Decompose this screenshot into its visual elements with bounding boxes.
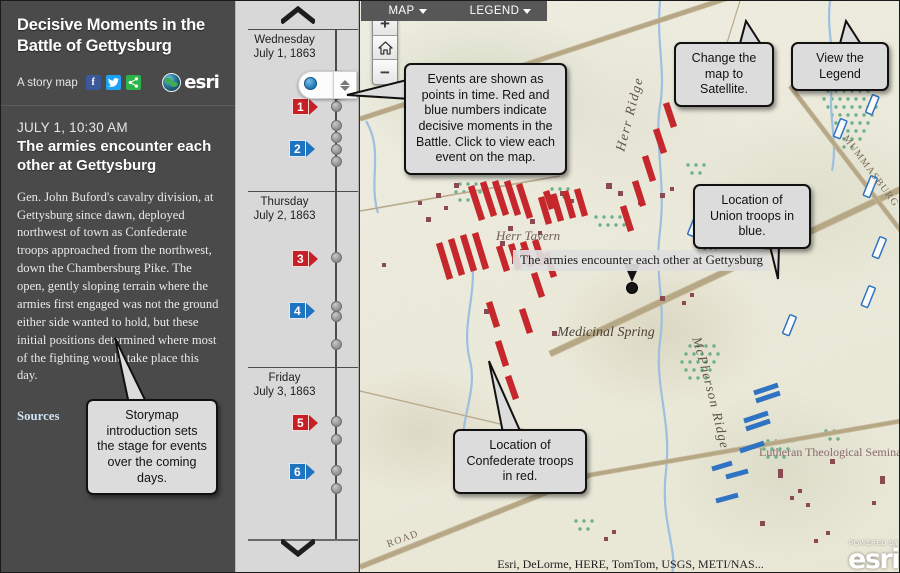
story-subbar: A story map f esri bbox=[17, 72, 220, 95]
esri-wordmark-map: esri bbox=[848, 543, 899, 573]
timeline-day-3-date: July 3, 1863 bbox=[253, 386, 316, 399]
timeline-node[interactable] bbox=[331, 483, 342, 494]
storymap-label: A story map bbox=[17, 76, 78, 89]
callout-confederate-troops: Location of Confederate troops in red. bbox=[453, 429, 587, 494]
map-label-herr-ridge: Herr Ridge bbox=[612, 75, 644, 153]
timeline-node[interactable] bbox=[331, 156, 342, 167]
timeline-marker-6-label: 6 bbox=[289, 463, 306, 480]
timeline-marker-1-label: 1 bbox=[292, 98, 309, 115]
home-button[interactable] bbox=[373, 36, 397, 60]
callout-storymap-intro: Storymap introduction sets the stage for… bbox=[86, 399, 218, 496]
callout-change-basemap: Change the map to Satellite. bbox=[674, 42, 774, 107]
timeline-divider bbox=[248, 367, 358, 368]
share-icon[interactable] bbox=[125, 75, 141, 91]
storymap-application: Decisive Moments in the Battle of Gettys… bbox=[0, 0, 900, 573]
chevron-down-icon bbox=[523, 8, 532, 14]
svg-text:Herr Ridge: Herr Ridge bbox=[612, 75, 646, 153]
svg-text:McPherson Ridge: McPherson Ridge bbox=[689, 334, 733, 450]
facebook-share-icon[interactable]: f bbox=[85, 75, 101, 91]
timeline-day-2-date: July 2, 1863 bbox=[253, 210, 316, 223]
timeline-node[interactable] bbox=[331, 339, 342, 350]
home-icon bbox=[377, 40, 393, 55]
timeline-day-3: Friday July 3, 1863 bbox=[236, 371, 333, 400]
timeline-node[interactable] bbox=[331, 252, 342, 263]
timeline-marker-5-tail bbox=[308, 414, 318, 431]
esri-powered-badge: POWERED BY esri bbox=[848, 541, 899, 572]
timeline-day-2-weekday: Thursday bbox=[260, 196, 309, 208]
timeline-divider bbox=[248, 191, 358, 192]
callout-storymap-intro-tail bbox=[114, 337, 149, 405]
timeline-marker-1[interactable]: 1 bbox=[292, 98, 318, 115]
twitter-share-icon[interactable] bbox=[105, 75, 121, 91]
page-title: Decisive Moments in the Battle of Gettys… bbox=[17, 16, 205, 55]
map-event-point-label: The armies encounter each other at Getty… bbox=[513, 250, 771, 271]
timeline-marker-4-tail bbox=[305, 302, 315, 319]
timeline-marker-1-tail bbox=[308, 98, 318, 115]
timeline-marker-2-tail bbox=[305, 140, 315, 157]
globe-icon bbox=[162, 73, 182, 93]
chevron-down-icon bbox=[418, 8, 427, 14]
timeline-node[interactable] bbox=[331, 101, 342, 112]
map-legend-button[interactable]: LEGEND bbox=[454, 1, 547, 21]
esri-logo: esri bbox=[162, 72, 220, 94]
timeline-day-1-date: July 1, 1863 bbox=[253, 48, 316, 61]
map-basemap-button[interactable]: MAP bbox=[361, 1, 454, 21]
timeline-marker-3-label: 3 bbox=[292, 250, 309, 267]
timeline-day-2: Thursday July 2, 1863 bbox=[236, 195, 333, 224]
timeline-marker-2-label: 2 bbox=[289, 140, 306, 157]
map-legend-label: LEGEND bbox=[469, 5, 520, 17]
timeline-node[interactable] bbox=[331, 434, 342, 445]
callout-union-troops: Location of Union troops in blue. bbox=[693, 184, 811, 249]
event-title: The armies encounter each other at Getty… bbox=[17, 138, 212, 175]
timeline-marker-2[interactable]: 2 bbox=[289, 140, 315, 157]
timeline-node[interactable] bbox=[331, 144, 342, 155]
timeline-day-1-weekday: Wednesday bbox=[254, 34, 315, 46]
timeline-node[interactable] bbox=[331, 132, 342, 143]
timeline-day-1: Wednesday July 1, 1863 bbox=[236, 33, 333, 62]
timeline-node[interactable] bbox=[331, 416, 342, 427]
timeline-marker-5-label: 5 bbox=[292, 414, 309, 431]
timeline-slider-handle[interactable] bbox=[304, 77, 317, 90]
callout-view-legend: View the Legend bbox=[791, 42, 889, 92]
timeline-marker-6-tail bbox=[305, 463, 315, 480]
timeline-marker-5[interactable]: 5 bbox=[292, 414, 318, 431]
timeline-node[interactable] bbox=[331, 120, 342, 131]
esri-wordmark: esri bbox=[184, 72, 220, 94]
timeline-marker-3[interactable]: 3 bbox=[292, 250, 318, 267]
map-basemap-label: MAP bbox=[388, 5, 415, 17]
callout-timeline-events: Events are shown as points in time. Red … bbox=[404, 63, 567, 175]
timeline-marker-6[interactable]: 6 bbox=[289, 463, 315, 480]
timeline-marker-4-label: 4 bbox=[289, 302, 306, 319]
sources-link[interactable]: Sources bbox=[17, 409, 59, 424]
event-time: JULY 1, 10:30 AM bbox=[17, 120, 128, 136]
story-header: Decisive Moments in the Battle of Gettys… bbox=[1, 1, 235, 107]
scroll-down-chevron-icon[interactable] bbox=[236, 539, 358, 557]
timeline-node[interactable] bbox=[331, 311, 342, 322]
callout-confederate-troops-tail bbox=[488, 360, 523, 434]
map-event-point[interactable] bbox=[626, 282, 638, 294]
timeline-divider bbox=[248, 29, 358, 30]
timeline-marker-4[interactable]: 4 bbox=[289, 302, 315, 319]
map-label-mcpherson-ridge: McPherson Ridge bbox=[689, 334, 731, 450]
timeline-node[interactable] bbox=[331, 465, 342, 476]
scroll-up-chevron-icon[interactable] bbox=[236, 6, 358, 24]
timeline-marker-3-tail bbox=[308, 250, 318, 267]
timeline-day-3-weekday: Friday bbox=[268, 372, 301, 384]
map-topbar: MAP LEGEND bbox=[361, 1, 547, 21]
